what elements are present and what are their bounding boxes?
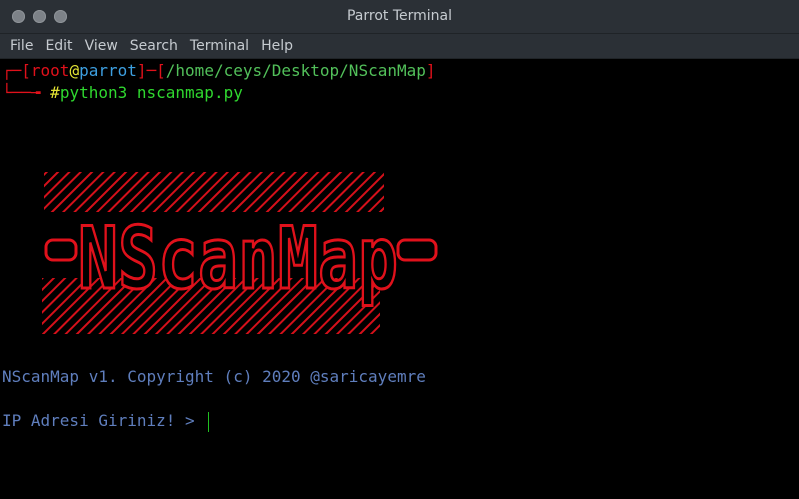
prompt-line: ┌─[root@parrot]─[/home/ceys/Desktop/NSca… (2, 60, 436, 82)
terminal-window: Parrot Terminal File Edit View Search Te… (0, 0, 799, 499)
logo-text: NScanMap (78, 209, 398, 309)
title-bar[interactable]: Parrot Terminal (0, 0, 799, 34)
input-line[interactable]: IP Adresi Giriniz! > (2, 410, 210, 432)
prompt-open-bracket: ┌─[ (2, 61, 31, 80)
prompt-path: /home/ceys/Desktop/NScanMap (165, 61, 426, 80)
menu-help[interactable]: Help (255, 38, 299, 54)
prompt-corner: └──╼ (2, 83, 41, 102)
prompt-host: parrot (79, 61, 137, 80)
text-cursor (208, 411, 210, 432)
prompt-hash: # (50, 83, 60, 102)
menu-search[interactable]: Search (124, 38, 184, 54)
command-line: └──╼ #python3 nscanmap.py (2, 82, 243, 104)
command-text: python3 nscanmap.py (59, 83, 243, 102)
menu-terminal[interactable]: Terminal (184, 38, 255, 54)
menu-file[interactable]: File (4, 38, 39, 54)
prompt-user: root (30, 61, 70, 80)
terminal-output[interactable]: ┌─[root@parrot]─[/home/ceys/Desktop/NSca… (0, 60, 799, 499)
window-title: Parrot Terminal (346, 8, 453, 24)
menu-view[interactable]: View (79, 38, 124, 54)
prompt-at: @ (69, 61, 80, 80)
menu-edit[interactable]: Edit (39, 38, 78, 54)
banner-text: NScanMap v1. Copyright (c) 2020 @saricay… (2, 367, 426, 386)
menu-bar: File Edit View Search Terminal Help (0, 34, 799, 59)
nscanmap-ascii-logo: NScanMap (42, 172, 438, 334)
prompt-between: ]─[ (136, 61, 166, 80)
input-prompt: IP Adresi Giriniz! > (2, 411, 205, 430)
prompt-close-bracket: ] (425, 61, 436, 80)
